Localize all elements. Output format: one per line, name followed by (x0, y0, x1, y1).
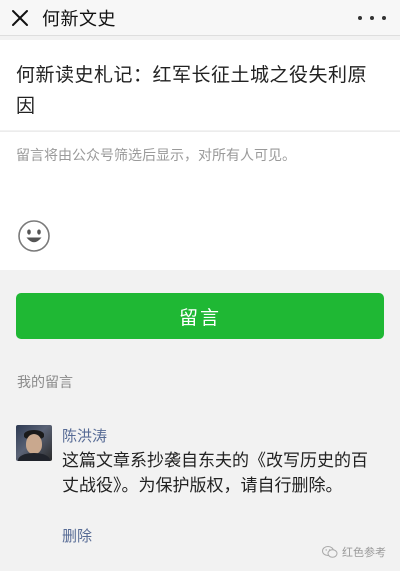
smiley-face-icon[interactable] (18, 220, 50, 252)
comment-input-area[interactable]: 留言将由公众号筛选后显示，对所有人可见。 (0, 131, 400, 270)
avatar-face (26, 434, 42, 454)
commenter-name[interactable]: 陈洪涛 (62, 425, 107, 446)
comment-item: 陈洪涛 这篇文章系抄袭自东夫的《改写历史的百丈战役》。为保护版权，请自行删除。 … (16, 425, 386, 555)
article-card[interactable]: 何新读史札记：红军长征土城之役失利原因 (0, 40, 400, 130)
avatar[interactable] (16, 425, 52, 461)
dot (382, 16, 386, 20)
article-title: 何新读史札记：红军长征土城之役失利原因 (16, 64, 368, 117)
dot (358, 16, 362, 20)
watermark: 红色参考 (322, 544, 386, 560)
comment-placeholder: 留言将由公众号筛选后显示，对所有人可见。 (16, 148, 296, 164)
avatar-shoulders (18, 453, 50, 461)
close-icon (12, 9, 28, 26)
delete-comment-link[interactable]: 删除 (62, 525, 92, 546)
watermark-text: 红色参考 (342, 546, 386, 559)
comment-text: 这篇文章系抄袭自东夫的《改写历史的百丈战役》。为保护版权，请自行删除。 (62, 451, 368, 496)
nav-title: 何新文史 (42, 8, 116, 30)
wechat-logo-icon (322, 546, 338, 558)
dot (370, 16, 374, 20)
submit-comment-button[interactable]: 留言 (16, 293, 384, 339)
close-button[interactable] (2, 0, 38, 36)
top-navigation-bar: 何新文史 (0, 0, 400, 36)
more-dots-icon[interactable] (358, 8, 386, 28)
my-comments-section-label: 我的留言 (17, 375, 73, 391)
